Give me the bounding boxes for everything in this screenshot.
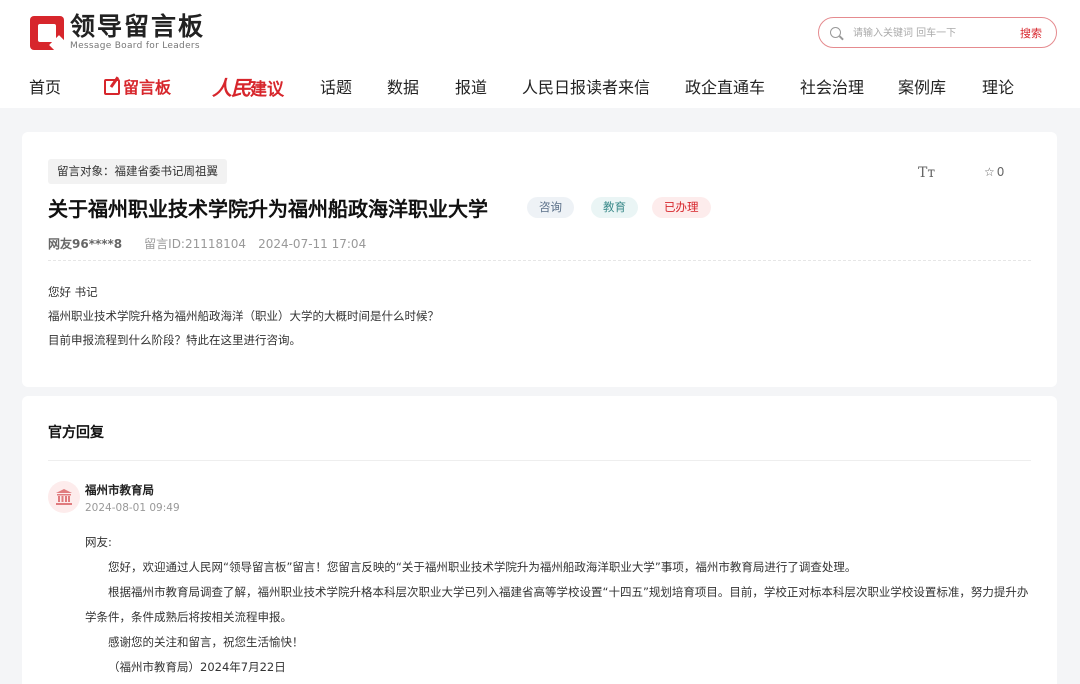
reply-date: 2024-08-01 09:49 bbox=[85, 502, 180, 514]
search-icon bbox=[830, 27, 841, 38]
message-time: 2024-07-11 17:04 bbox=[258, 237, 367, 251]
government-building-icon bbox=[56, 489, 72, 505]
nav-gov-business[interactable]: 政企直通车 bbox=[685, 74, 765, 98]
star-icon: ☆ bbox=[984, 165, 995, 179]
nav-message-board[interactable]: 留言板 bbox=[104, 74, 171, 98]
official-reply-card: 官方回复 福州市教育局 2024-08-01 09:49 网友: 您好，欢迎通过… bbox=[22, 396, 1057, 684]
nav-data[interactable]: 数据 bbox=[387, 74, 419, 98]
message-line: 目前申报流程到什么阶段？特此在这里进行咨询。 bbox=[48, 333, 301, 347]
message-meta: 网友96****8 留言ID:21118104 2024-07-11 17:04 bbox=[48, 235, 366, 252]
reply-signature: （福州市教育局）2024年7月22日 bbox=[108, 660, 286, 674]
reply-heading: 官方回复 bbox=[48, 425, 104, 441]
reply-greeting: 网友: bbox=[85, 535, 112, 549]
message-target: 留言对象：福建省委书记周祖翼 bbox=[48, 159, 227, 184]
tag-consult: 咨询 bbox=[527, 197, 574, 218]
nav-case-library[interactable]: 案例库 bbox=[898, 74, 946, 98]
search-box: 搜索 bbox=[818, 17, 1057, 48]
search-input[interactable] bbox=[853, 24, 1003, 42]
reply-paragraph: 感谢您的关注和留言，祝您生活愉快！ bbox=[108, 635, 304, 649]
message-body: 您好 书记 福州职业技术学院升格为福州船政海洋（职业）大学的大概时间是什么时候？… bbox=[48, 280, 439, 352]
nav-reports[interactable]: 报道 bbox=[455, 74, 487, 98]
meta-divider bbox=[48, 260, 1031, 261]
nav-people-suggestion-brush: 人民 bbox=[212, 76, 251, 100]
reply-department: 福州市教育局 bbox=[85, 483, 154, 497]
status-badge: 已办理 bbox=[652, 197, 711, 218]
edit-icon bbox=[104, 79, 120, 95]
main-nav: 首页 留言板 人民建议 话题 数据 报道 人民日报读者来信 政企直通车 社会治理… bbox=[0, 70, 1080, 102]
message-card: 留言对象：福建省委书记周祖翼 Tт ☆ 0 关于福州职业技术学院升为福州船政海洋职… bbox=[22, 132, 1057, 387]
favorite-button[interactable]: ☆ 0 bbox=[984, 165, 1004, 179]
font-size-icon[interactable]: Tт bbox=[918, 165, 935, 181]
nav-people-suggestion[interactable]: 人民建议 bbox=[212, 72, 284, 101]
site-header: 领导留言板 Message Board for Leaders 搜索 首页 留言… bbox=[0, 0, 1080, 108]
message-id: 留言ID:21118104 bbox=[144, 237, 247, 251]
nav-theory[interactable]: 理论 bbox=[982, 74, 1014, 98]
author-name: 网友96****8 bbox=[48, 237, 123, 251]
reply-paragraph: 您好，欢迎通过人民网“领导留言板”留言！您留言反映的“关于福州职业技术学院升为福… bbox=[108, 560, 857, 574]
nav-social-governance[interactable]: 社会治理 bbox=[800, 74, 864, 98]
reply-divider bbox=[48, 460, 1031, 461]
reply-body: 网友: 您好，欢迎通过人民网“领导留言板”留言！您留言反映的“关于福州职业技术学… bbox=[85, 530, 1035, 680]
avatar bbox=[48, 481, 80, 513]
nav-topics[interactable]: 话题 bbox=[320, 74, 352, 98]
message-title: 关于福州职业技术学院升为福州船政海洋职业大学 bbox=[48, 197, 488, 221]
nav-message-board-label: 留言板 bbox=[123, 78, 172, 97]
tag-education: 教育 bbox=[591, 197, 638, 218]
site-logo[interactable]: 领导留言板 Message Board for Leaders bbox=[30, 12, 206, 55]
message-line: 福州职业技术学院升格为福州船政海洋（职业）大学的大概时间是什么时候？ bbox=[48, 309, 439, 323]
message-line: 您好 书记 bbox=[48, 285, 98, 299]
nav-home[interactable]: 首页 bbox=[29, 74, 61, 98]
nav-reader-letters[interactable]: 人民日报读者来信 bbox=[522, 74, 650, 98]
logo-title: 领导留言板 bbox=[70, 12, 206, 41]
logo-mark-icon bbox=[30, 15, 69, 55]
logo-subtitle: Message Board for Leaders bbox=[70, 41, 200, 51]
nav-people-suggestion-rest: 建议 bbox=[250, 80, 284, 100]
favorite-count: 0 bbox=[996, 165, 1005, 179]
reply-paragraph: 根据福州市教育局调查了解，福州职业技术学院升格本科层次职业大学已列入福建省高等学… bbox=[85, 585, 1029, 624]
search-button[interactable]: 搜索 bbox=[1020, 25, 1042, 41]
